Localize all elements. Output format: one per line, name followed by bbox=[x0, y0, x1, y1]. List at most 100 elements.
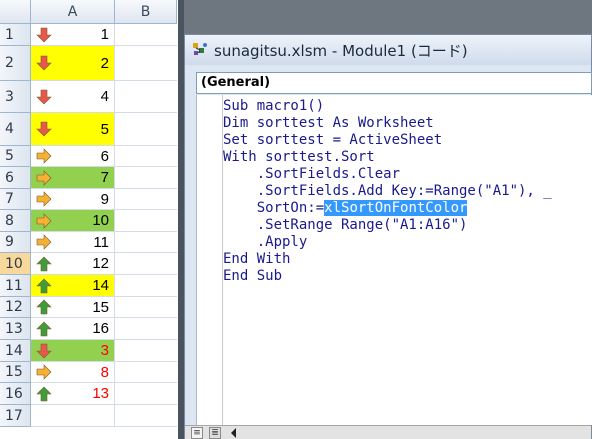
sheet-row: 16 13 bbox=[0, 383, 177, 405]
code-line[interactable]: Dim sorttest As Worksheet bbox=[223, 115, 552, 132]
cell-a[interactable]: 14 bbox=[31, 275, 115, 297]
selected-code-text[interactable]: xlSortOnFontColor bbox=[324, 200, 468, 216]
arrow-down-icon bbox=[36, 121, 52, 137]
cell-a[interactable]: 7 bbox=[31, 167, 115, 189]
code-line[interactable]: .SortFields.Add Key:=Range("A1"), _ bbox=[223, 183, 552, 200]
sheet-row: 11 bbox=[0, 24, 177, 46]
code-line[interactable]: .Apply bbox=[223, 234, 552, 251]
arrow-down-icon bbox=[36, 55, 52, 71]
cell-value: 16 bbox=[92, 320, 109, 337]
cell-b[interactable] bbox=[115, 232, 177, 253]
row-header[interactable]: 6 bbox=[0, 167, 31, 189]
cell-b[interactable] bbox=[115, 210, 177, 232]
row-header[interactable]: 17 bbox=[0, 405, 31, 427]
sheet-row: 12 15 bbox=[0, 297, 177, 318]
cell-a[interactable]: 12 bbox=[31, 253, 115, 275]
cell-value: 8 bbox=[100, 363, 109, 381]
cell-a[interactable]: 15 bbox=[31, 297, 115, 318]
arrow-down-icon bbox=[36, 89, 52, 104]
row-header[interactable]: 11 bbox=[0, 275, 31, 297]
sheet-row: 15 8 bbox=[0, 362, 177, 383]
row-header[interactable]: 3 bbox=[0, 81, 31, 113]
arrow-down-icon bbox=[36, 343, 52, 358]
row-header[interactable]: 2 bbox=[0, 46, 31, 81]
row-header[interactable]: 14 bbox=[0, 340, 31, 362]
column-header-b[interactable]: B bbox=[115, 0, 177, 24]
row-header[interactable]: 1 bbox=[0, 24, 31, 46]
row-header[interactable]: 12 bbox=[0, 297, 31, 318]
cell-b[interactable] bbox=[115, 340, 177, 362]
arrow-up-icon bbox=[36, 386, 52, 401]
row-header[interactable]: 16 bbox=[0, 383, 31, 405]
cell-b[interactable] bbox=[115, 146, 177, 167]
select-all-corner[interactable] bbox=[0, 0, 31, 24]
cell-a[interactable]: 3 bbox=[31, 340, 115, 362]
cell-value: 6 bbox=[100, 147, 109, 165]
code-window: sunagitsu.xlsm - Module1 (コード) (General)… bbox=[184, 34, 592, 439]
arrow-up-icon bbox=[36, 278, 52, 293]
cell-a[interactable]: 8 bbox=[31, 362, 115, 383]
code-line[interactable]: .SortFields.Clear bbox=[223, 166, 552, 183]
code-window-titlebar[interactable]: sunagitsu.xlsm - Module1 (コード) bbox=[185, 35, 591, 65]
row-header[interactable]: 7 bbox=[0, 189, 31, 210]
cell-b[interactable] bbox=[115, 405, 177, 427]
cell-b[interactable] bbox=[115, 113, 177, 146]
cell-b[interactable] bbox=[115, 189, 177, 210]
code-line[interactable]: Set sorttest = ActiveSheet bbox=[223, 132, 552, 149]
cell-a[interactable]: 11 bbox=[31, 232, 115, 253]
code-line[interactable]: With sorttest.Sort bbox=[223, 149, 552, 166]
view-toolbar: ≡ ≣ bbox=[185, 425, 591, 439]
cell-b[interactable] bbox=[115, 383, 177, 405]
row-header[interactable]: 15 bbox=[0, 362, 31, 383]
cell-b[interactable] bbox=[115, 362, 177, 383]
row-header[interactable]: 9 bbox=[0, 232, 31, 253]
code-line[interactable]: SortOn:=xlSortOnFontColor bbox=[223, 200, 552, 217]
code-window-title: sunagitsu.xlsm - Module1 (コード) bbox=[214, 41, 468, 60]
spreadsheet: A B 1 1 2 2 3 4 4 5 5 6 6 7 7 9 8 10 9 11 10 12 11 14 12 15 13 16… bbox=[0, 0, 178, 439]
cell-a[interactable]: 1 bbox=[31, 24, 115, 46]
cell-b[interactable] bbox=[115, 297, 177, 318]
cell-a[interactable]: 6 bbox=[31, 146, 115, 167]
cell-a[interactable]: 13 bbox=[31, 383, 115, 405]
column-header-a[interactable]: A bbox=[31, 0, 115, 24]
cell-b[interactable] bbox=[115, 318, 177, 340]
code-margin[interactable] bbox=[197, 95, 223, 425]
code-text: SortOn:= bbox=[223, 200, 325, 216]
cell-a[interactable]: 10 bbox=[31, 210, 115, 232]
cell-a[interactable]: 2 bbox=[31, 46, 115, 81]
vba-project-icon bbox=[193, 43, 207, 55]
full-module-view-icon[interactable]: ≣ bbox=[209, 427, 221, 439]
arrow-right-icon bbox=[36, 234, 52, 250]
arrow-right-icon bbox=[36, 169, 52, 186]
row-header[interactable]: 8 bbox=[0, 210, 31, 232]
sheet-row: 11 14 bbox=[0, 275, 177, 297]
arrow-up-icon bbox=[36, 299, 52, 315]
cell-a[interactable]: 9 bbox=[31, 189, 115, 210]
cell-b[interactable] bbox=[115, 167, 177, 189]
code-editor[interactable]: Sub macro1() Dim sorttest As Worksheet Set… bbox=[196, 95, 592, 425]
cell-b[interactable] bbox=[115, 253, 177, 275]
cell-b[interactable] bbox=[115, 275, 177, 297]
sheet-row: 56 bbox=[0, 146, 177, 167]
code-line[interactable]: .SetRange Range("A1:A16") bbox=[223, 217, 552, 234]
procedure-view-icon[interactable]: ≡ bbox=[191, 427, 203, 439]
code-line[interactable]: End With bbox=[223, 251, 552, 268]
row-header[interactable]: 10 bbox=[0, 253, 31, 275]
code-line[interactable]: End Sub bbox=[223, 268, 552, 285]
cell-a[interactable]: 5 bbox=[31, 113, 115, 146]
object-combo-box[interactable]: (General) bbox=[196, 72, 592, 94]
cell-a[interactable]: 4 bbox=[31, 81, 115, 113]
row-header[interactable]: 4 bbox=[0, 113, 31, 146]
scroll-left-icon[interactable] bbox=[231, 428, 236, 438]
cell-a[interactable]: 16 bbox=[31, 318, 115, 340]
cell-b[interactable] bbox=[115, 46, 177, 81]
code-line[interactable]: Sub macro1() bbox=[223, 98, 552, 115]
arrow-right-icon bbox=[36, 148, 52, 164]
row-header[interactable]: 13 bbox=[0, 318, 31, 340]
row-header[interactable]: 5 bbox=[0, 146, 31, 167]
sheet-row: 67 bbox=[0, 167, 177, 189]
cell-b[interactable] bbox=[115, 24, 177, 46]
cell-a[interactable] bbox=[31, 405, 115, 427]
cell-b[interactable] bbox=[115, 81, 177, 113]
sheet-row: 9 11 bbox=[0, 232, 177, 253]
